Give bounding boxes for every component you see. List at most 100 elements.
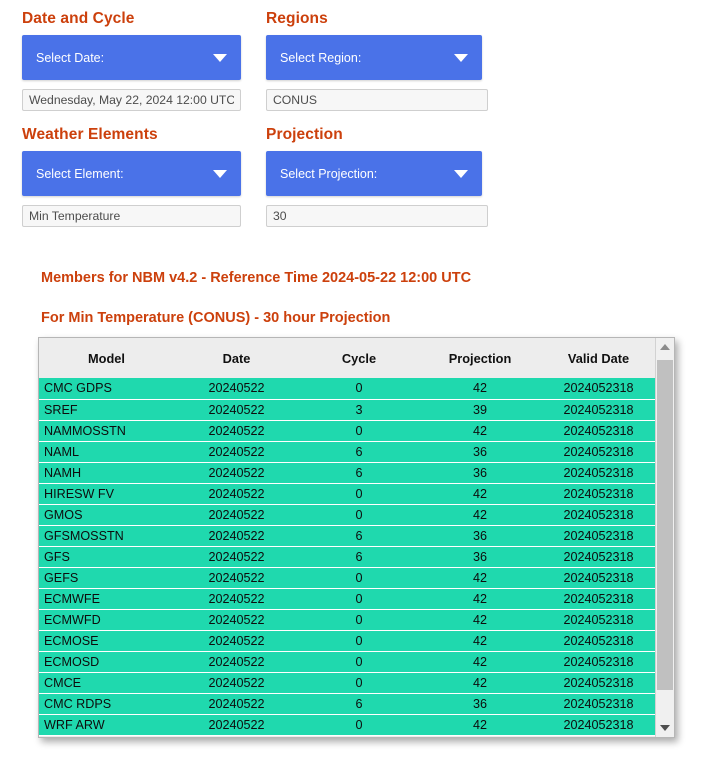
- table-row[interactable]: NAML 20240522 6 36 2024052318: [39, 441, 655, 463]
- cell-cycle: 0: [299, 609, 419, 631]
- cell-projection: 42: [419, 651, 541, 673]
- cell-cycle: 0: [299, 651, 419, 673]
- cell-projection: 42: [419, 504, 541, 526]
- cell-model: GEFS: [39, 567, 174, 589]
- cell-date: 20240522: [174, 693, 299, 715]
- element-value-field[interactable]: [22, 205, 241, 227]
- table-row[interactable]: NAMMOSSTN 20240522 0 42 2024052318: [39, 420, 655, 442]
- group-title-date-and-cycle: Date and Cycle: [22, 10, 135, 27]
- chevron-down-icon: [454, 169, 468, 178]
- table-row[interactable]: HIRESW FV 20240522 0 42 2024052318: [39, 483, 655, 505]
- scroll-up-arrow-icon[interactable]: [656, 338, 674, 356]
- select-region-dropdown[interactable]: Select Region:: [266, 35, 482, 80]
- cell-valid-date: 2024052318: [541, 714, 655, 736]
- select-projection-dropdown[interactable]: Select Projection:: [266, 151, 482, 196]
- table-row[interactable]: CMC GDPS 20240522 0 42 2024052318: [39, 378, 655, 400]
- date-value-field[interactable]: [22, 89, 241, 111]
- control-group-date-and-cycle: Date and Cycle Select Date:: [22, 10, 241, 111]
- table-row[interactable]: ECMOSE 20240522 0 42 2024052318: [39, 630, 655, 652]
- cell-projection: 42: [419, 378, 541, 400]
- cell-projection: 42: [419, 588, 541, 610]
- table-row[interactable]: SREF 20240522 3 39 2024052318: [39, 399, 655, 421]
- cell-cycle: 0: [299, 504, 419, 526]
- table-header-valid-date: Valid Date: [541, 338, 655, 378]
- table-row[interactable]: GEFS 20240522 0 42 2024052318: [39, 567, 655, 589]
- cell-valid-date: 2024052318: [541, 567, 655, 589]
- select-date-dropdown-label: Select Date:: [36, 50, 105, 65]
- table-row[interactable]: GFS 20240522 6 36 2024052318: [39, 546, 655, 568]
- cell-valid-date: 2024052318: [541, 504, 655, 526]
- cell-date: 20240522: [174, 567, 299, 589]
- cell-projection: 36: [419, 441, 541, 463]
- cell-date: 20240522: [174, 441, 299, 463]
- members-table-scroll-area[interactable]: Model Date Cycle Projection Valid Date CMC G…: [39, 338, 655, 737]
- table-row[interactable]: WRF ARW 20240522 0 42 2024052318: [39, 714, 655, 736]
- control-group-projection: Projection Select Projection:: [266, 126, 488, 227]
- vertical-scrollbar[interactable]: [655, 338, 674, 737]
- table-row[interactable]: CMCE 20240522 0 42 2024052318: [39, 672, 655, 694]
- cell-cycle: 6: [299, 693, 419, 715]
- triangle-up-icon: [660, 344, 670, 350]
- cell-date: 20240522: [174, 378, 299, 400]
- cell-cycle: 0: [299, 420, 419, 442]
- cell-projection: 42: [419, 609, 541, 631]
- group-title-projection: Projection: [266, 126, 343, 143]
- cell-model: ECMWFE: [39, 588, 174, 610]
- cell-date: 20240522: [174, 399, 299, 421]
- table-row[interactable]: ECMWFD 20240522 0 42 2024052318: [39, 609, 655, 631]
- select-projection-dropdown-label: Select Projection:: [280, 166, 378, 181]
- members-table-head: Model Date Cycle Projection Valid Date: [39, 338, 655, 378]
- table-header-projection: Projection: [419, 338, 541, 378]
- cell-model: ECMOSD: [39, 651, 174, 673]
- chevron-down-icon: [454, 53, 468, 62]
- table-row[interactable]: ECMWFE 20240522 0 42 2024052318: [39, 588, 655, 610]
- cell-projection: 42: [419, 567, 541, 589]
- cell-cycle: 3: [299, 399, 419, 421]
- cell-cycle: 0: [299, 483, 419, 505]
- cell-cycle: 6: [299, 441, 419, 463]
- cell-cycle: 6: [299, 525, 419, 547]
- cell-model: WRF ARW: [39, 714, 174, 736]
- select-date-dropdown[interactable]: Select Date:: [22, 35, 241, 80]
- cell-cycle: 0: [299, 672, 419, 694]
- cell-valid-date: 2024052318: [541, 378, 655, 400]
- cell-date: 20240522: [174, 462, 299, 484]
- cell-valid-date: 2024052318: [541, 588, 655, 610]
- region-value-field[interactable]: [266, 89, 488, 111]
- scroll-down-arrow-icon[interactable]: [656, 719, 674, 737]
- cell-cycle: 0: [299, 630, 419, 652]
- table-row[interactable]: CMC RDPS 20240522 6 36 2024052318: [39, 693, 655, 715]
- cell-valid-date: 2024052318: [541, 420, 655, 442]
- table-row[interactable]: NAMH 20240522 6 36 2024052318: [39, 462, 655, 484]
- cell-model: NAMMOSSTN: [39, 420, 174, 442]
- select-element-dropdown-label: Select Element:: [36, 166, 124, 181]
- cell-valid-date: 2024052318: [541, 441, 655, 463]
- select-element-dropdown[interactable]: Select Element:: [22, 151, 241, 196]
- cell-date: 20240522: [174, 546, 299, 568]
- table-row[interactable]: GMOS 20240522 0 42 2024052318: [39, 504, 655, 526]
- cell-cycle: 6: [299, 546, 419, 568]
- cell-projection: 36: [419, 546, 541, 568]
- cell-projection: 42: [419, 630, 541, 652]
- table-row[interactable]: GFSMOSSTN 20240522 6 36 2024052318: [39, 525, 655, 547]
- report-heading-sub: For Min Temperature (CONUS) - 30 hour Pr…: [41, 310, 391, 326]
- cell-projection: 42: [419, 672, 541, 694]
- cell-model: CMC GDPS: [39, 378, 174, 400]
- cell-date: 20240522: [174, 714, 299, 736]
- cell-date: 20240522: [174, 651, 299, 673]
- chevron-down-icon: [213, 169, 227, 178]
- scrollbar-thumb[interactable]: [657, 360, 673, 690]
- cell-model: CMC RDPS: [39, 693, 174, 715]
- table-header-row: Model Date Cycle Projection Valid Date: [39, 338, 655, 378]
- scrollbar-track[interactable]: [656, 356, 674, 719]
- cell-date: 20240522: [174, 525, 299, 547]
- cell-cycle: 0: [299, 567, 419, 589]
- cell-valid-date: 2024052318: [541, 693, 655, 715]
- cell-projection: 36: [419, 525, 541, 547]
- cell-model: GFSMOSSTN: [39, 525, 174, 547]
- table-row[interactable]: ECMOSD 20240522 0 42 2024052318: [39, 651, 655, 673]
- cell-date: 20240522: [174, 588, 299, 610]
- cell-projection: 42: [419, 483, 541, 505]
- triangle-down-icon: [660, 725, 670, 731]
- projection-value-field[interactable]: [266, 205, 488, 227]
